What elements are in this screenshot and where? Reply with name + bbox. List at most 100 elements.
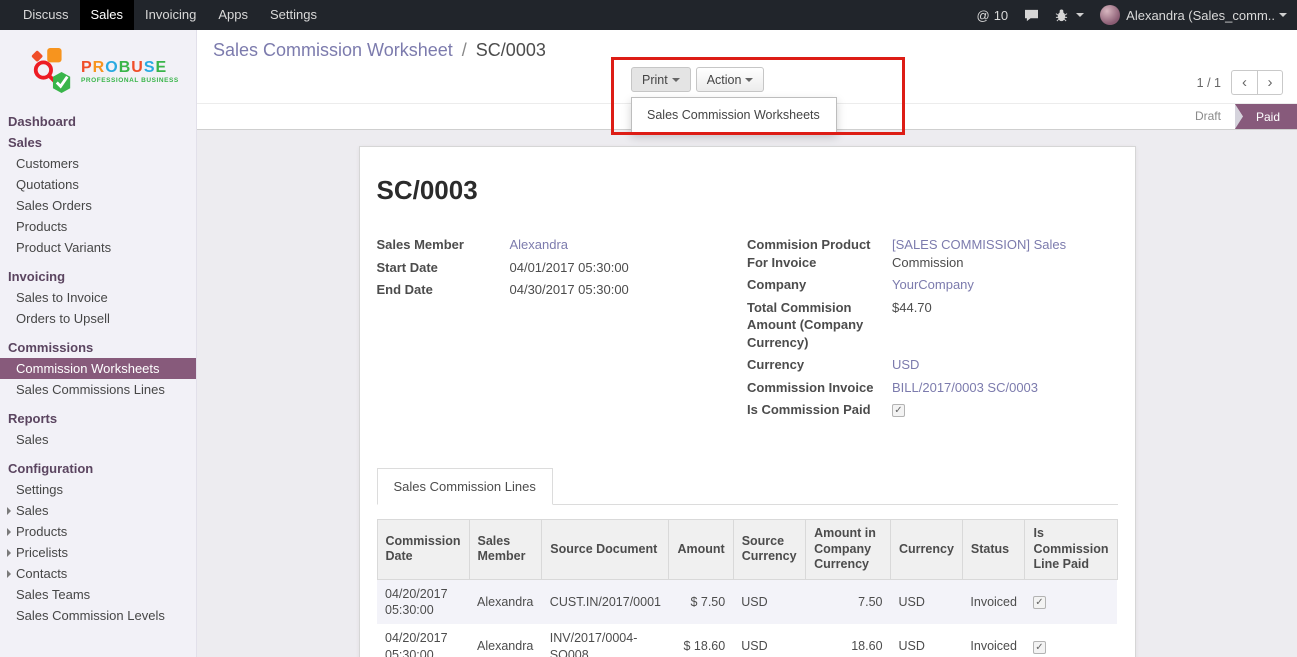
table-row[interactable]: 04/20/2017 05:30:00 Alexandra CUST.IN/20…	[377, 579, 1117, 624]
cell-member: Alexandra	[469, 579, 542, 624]
commission-invoice-link[interactable]: BILL/2017/0003 SC/0003	[892, 380, 1038, 395]
table-header-row: Commission Date Sales Member Source Docu…	[377, 519, 1117, 579]
field-label: Sales Member	[377, 236, 510, 254]
sidebar-section-sales[interactable]: Sales	[0, 132, 196, 153]
start-date-value: 04/01/2017 05:30:00	[510, 259, 748, 277]
status-step-paid[interactable]: Paid	[1235, 104, 1297, 129]
line-paid-checkbox: ✓	[1033, 641, 1046, 654]
sidebar-item-sales-commission-levels[interactable]: Sales Commission Levels	[0, 605, 196, 626]
cell-source-currency: USD	[733, 579, 805, 624]
print-button[interactable]: Print	[631, 67, 691, 92]
status-step-draft[interactable]: Draft	[1181, 104, 1235, 129]
breadcrumb-separator: /	[462, 40, 467, 60]
menu-discuss[interactable]: Discuss	[12, 0, 80, 30]
cell-currency: USD	[891, 579, 963, 624]
sales-member-link[interactable]: Alexandra	[510, 237, 569, 252]
logo-title: PROBUSE	[81, 59, 179, 77]
sidebar-item-pricelists[interactable]: Pricelists	[0, 542, 196, 563]
sidebar-item-config-products[interactable]: Products	[0, 521, 196, 542]
tab-sales-commission-lines[interactable]: Sales Commission Lines	[377, 468, 553, 505]
cell-amount: $ 18.60	[669, 624, 733, 657]
field-label: Company	[747, 276, 892, 294]
breadcrumb-parent[interactable]: Sales Commission Worksheet	[213, 40, 453, 60]
print-dropdown-menu: Sales Commission Worksheets	[631, 97, 837, 133]
cell-status: Invoiced	[962, 624, 1025, 657]
pager-value: 1 / 1	[1197, 76, 1221, 90]
sidebar-section-commissions[interactable]: Commissions	[0, 337, 196, 358]
probuse-logo: PROBUSE PROFESSIONAL BUSINESS	[0, 30, 196, 109]
sidebar-item-sales-to-invoice[interactable]: Sales to Invoice	[0, 287, 196, 308]
company-link[interactable]: YourCompany	[892, 277, 974, 292]
cell-line-paid: ✓	[1025, 579, 1117, 624]
field-label: End Date	[377, 281, 510, 299]
sidebar-item-customers[interactable]: Customers	[0, 153, 196, 174]
cell-line-paid: ✓	[1025, 624, 1117, 657]
column-header-commission-date: Commission Date	[377, 519, 469, 579]
pager-previous-button[interactable]: ‹	[1231, 70, 1257, 95]
sidebar-item-product-variants[interactable]: Product Variants	[0, 237, 196, 258]
caret-right-icon	[7, 528, 11, 536]
chat-icon[interactable]	[1024, 9, 1039, 22]
table-row[interactable]: 04/20/2017 05:30:00 Alexandra INV/2017/0…	[377, 624, 1117, 657]
at-icon: @	[976, 8, 989, 23]
sidebar-item-config-sales[interactable]: Sales	[0, 500, 196, 521]
field-label: Total Commision Amount (Company Currency…	[747, 299, 892, 352]
logo-subtitle: PROFESSIONAL BUSINESS	[81, 77, 179, 84]
content-area: SC/0003 Sales Member Alexandra Start Dat…	[197, 130, 1297, 657]
column-header-source-currency: Source Currency	[733, 519, 805, 579]
cell-date: 04/20/2017 05:30:00	[377, 579, 469, 624]
field-label: Commission Invoice	[747, 379, 892, 397]
sidebar-item-sales-teams[interactable]: Sales Teams	[0, 584, 196, 605]
menu-sales[interactable]: Sales	[80, 0, 135, 30]
sidebar-item-reports-sales[interactable]: Sales	[0, 429, 196, 450]
field-company: Company YourCompany	[747, 276, 1118, 294]
caret-right-icon	[7, 570, 11, 578]
caret-right-icon	[7, 549, 11, 557]
bug-menu[interactable]	[1055, 9, 1084, 22]
pager-next-button[interactable]: ›	[1257, 70, 1283, 95]
menu-apps[interactable]: Apps	[207, 0, 259, 30]
commission-product-rest: Commission	[892, 255, 964, 270]
sidebar-section-reports[interactable]: Reports	[0, 408, 196, 429]
sidebar-item-dashboard[interactable]: Dashboard	[0, 111, 196, 132]
is-commission-paid-checkbox: ✓	[892, 404, 905, 417]
action-button[interactable]: Action	[696, 67, 765, 92]
sidebar-item-commission-worksheets[interactable]: Commission Worksheets	[0, 358, 196, 379]
tab-bar: Sales Commission Lines	[377, 468, 1118, 505]
sidebar-section-configuration[interactable]: Configuration	[0, 458, 196, 479]
field-total-commission: Total Commision Amount (Company Currency…	[747, 299, 1118, 352]
total-commission-value: $44.70	[892, 299, 1118, 317]
cell-currency: USD	[891, 624, 963, 657]
chevron-down-icon	[745, 78, 753, 82]
menu-settings[interactable]: Settings	[259, 0, 328, 30]
sidebar-item-products[interactable]: Products	[0, 216, 196, 237]
sidebar-item-quotations[interactable]: Quotations	[0, 174, 196, 195]
menu-invoicing[interactable]: Invoicing	[134, 0, 207, 30]
user-menu[interactable]: Alexandra (Sales_comm..	[1100, 5, 1287, 25]
sidebar-item-orders-to-upsell[interactable]: Orders to Upsell	[0, 308, 196, 329]
commission-product-link[interactable]: [SALES COMMISSION] Sales	[892, 237, 1066, 252]
chevron-down-icon	[672, 78, 680, 82]
field-sales-member: Sales Member Alexandra	[377, 236, 748, 254]
sidebar-section-invoicing[interactable]: Invoicing	[0, 266, 196, 287]
column-header-status: Status	[962, 519, 1025, 579]
column-header-amount-company: Amount in Company Currency	[806, 519, 891, 579]
currency-link[interactable]: USD	[892, 357, 919, 372]
field-is-commission-paid: Is Commission Paid ✓	[747, 401, 1118, 419]
field-commission-product: Commision Product For Invoice [SALES COM…	[747, 236, 1118, 271]
field-end-date: End Date 04/30/2017 05:30:00	[377, 281, 748, 299]
top-navbar: Discuss Sales Invoicing Apps Settings @ …	[0, 0, 1297, 30]
field-start-date: Start Date 04/01/2017 05:30:00	[377, 259, 748, 277]
sidebar-nav: Dashboard Sales Customers Quotations Sal…	[0, 109, 196, 626]
field-label: Is Commission Paid	[747, 401, 892, 419]
menu-item-sales-commission-worksheets[interactable]: Sales Commission Worksheets	[632, 102, 836, 128]
record-title: SC/0003	[377, 175, 1118, 206]
sidebar-item-settings[interactable]: Settings	[0, 479, 196, 500]
sidebar-item-sales-orders[interactable]: Sales Orders	[0, 195, 196, 216]
sidebar-item-sales-commissions-lines[interactable]: Sales Commissions Lines	[0, 379, 196, 400]
probuse-logo-icon	[30, 47, 74, 95]
commission-lines-table: Commission Date Sales Member Source Docu…	[377, 519, 1118, 657]
mention-counter[interactable]: @ 10	[976, 8, 1008, 23]
sidebar-item-contacts[interactable]: Contacts	[0, 563, 196, 584]
field-groups: Sales Member Alexandra Start Date 04/01/…	[377, 236, 1118, 424]
